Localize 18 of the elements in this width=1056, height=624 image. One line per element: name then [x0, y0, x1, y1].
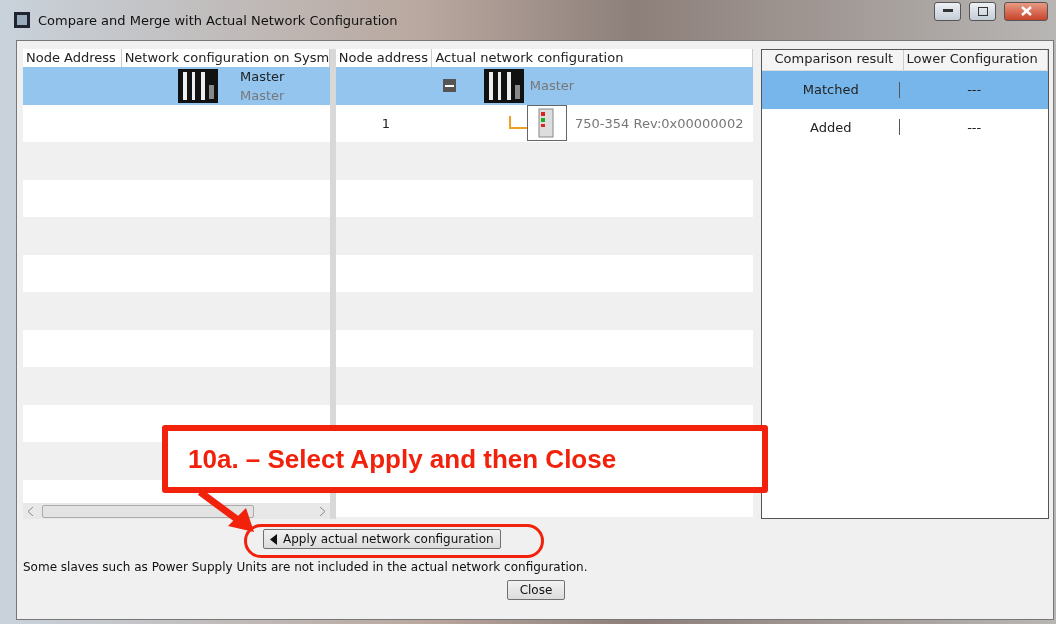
node-subname: Master: [240, 86, 285, 105]
comparison-result: Matched: [801, 82, 860, 98]
node-name: Master: [240, 67, 285, 86]
node-name: 750-354 Rev:0x00000002: [575, 115, 744, 131]
close-dialog-button[interactable]: Close: [506, 580, 566, 600]
table-row[interactable]: Matched ---: [762, 71, 1048, 109]
table-row[interactable]: Master Master: [23, 67, 330, 105]
info-note: Some slaves such as Power Supply Units are not included in the actual network configuration.: [23, 560, 588, 574]
comparison-result: Added: [809, 119, 853, 135]
column-header[interactable]: Comparison result: [762, 50, 904, 70]
lower-configuration: ---: [966, 82, 983, 98]
node-name: Master: [529, 78, 575, 94]
window-title: Compare and Merge with Actual Network Configuration: [38, 12, 399, 28]
apply-button[interactable]: Apply actual network configuration: [263, 529, 501, 549]
node-address: 1: [381, 115, 391, 131]
lower-configuration: ---: [966, 119, 983, 135]
column-header[interactable]: Lower Configuration: [903, 50, 1048, 70]
callout-text: 10a. – Select Apply and then Close: [188, 443, 617, 475]
